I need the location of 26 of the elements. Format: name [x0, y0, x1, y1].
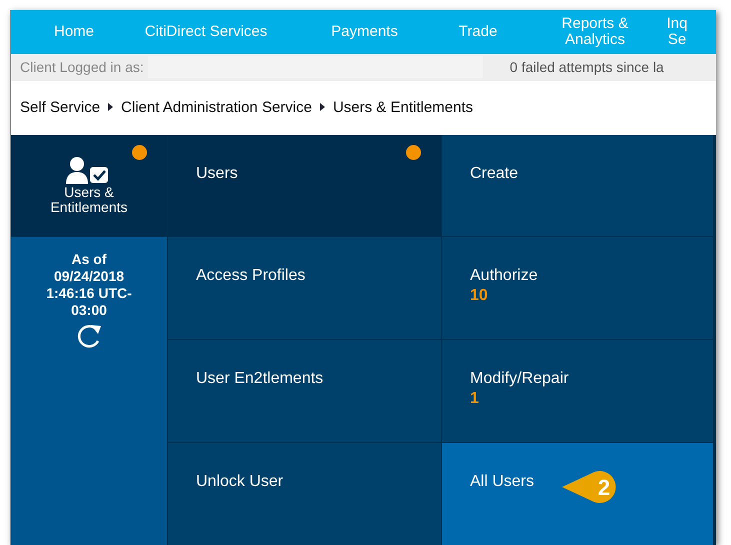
module-label: Users & Entitlements: [49, 184, 129, 214]
action-label: Create: [470, 165, 518, 183]
action-tile[interactable]: Create: [442, 135, 713, 236]
menu-label: User En2tlements: [196, 370, 324, 388]
client-label: Client Logged in as:: [20, 59, 144, 76]
menu-tile[interactable]: User En2tlements: [168, 340, 441, 442]
breadcrumb-link[interactable]: Self Service: [20, 98, 100, 116]
menu-label: Unlock User: [196, 473, 284, 491]
menu-label: Users: [196, 165, 238, 183]
breadcrumb-link[interactable]: Users & Entitlements: [332, 98, 474, 116]
action-tile[interactable]: Authorize 10: [442, 237, 713, 339]
action-tile[interactable]: Modify/Repair 1: [442, 340, 713, 442]
failed-attempts-text: 0 failed attempts since la: [510, 59, 664, 76]
timestamp-text: As of 09/24/2018 1:46:16 UTC-03:00: [45, 251, 133, 319]
breadcrumb-separator-icon: [108, 103, 114, 112]
action-tile[interactable]: All Users 2: [442, 443, 713, 545]
pending-count: 1: [470, 390, 480, 408]
menu-label: Access Profiles: [196, 267, 306, 285]
pending-count: 10: [470, 287, 489, 305]
breadcrumb-separator-icon: [320, 103, 325, 112]
action-label: Authorize: [470, 267, 538, 285]
menu-tile[interactable]: Access Profiles: [168, 237, 441, 339]
action-label: All Users: [470, 473, 534, 491]
menu-tile[interactable]: Unlock User: [168, 443, 441, 545]
breadcrumb-link[interactable]: Client Administration Service: [121, 98, 312, 116]
action-label: Modify/Repair: [470, 370, 569, 388]
